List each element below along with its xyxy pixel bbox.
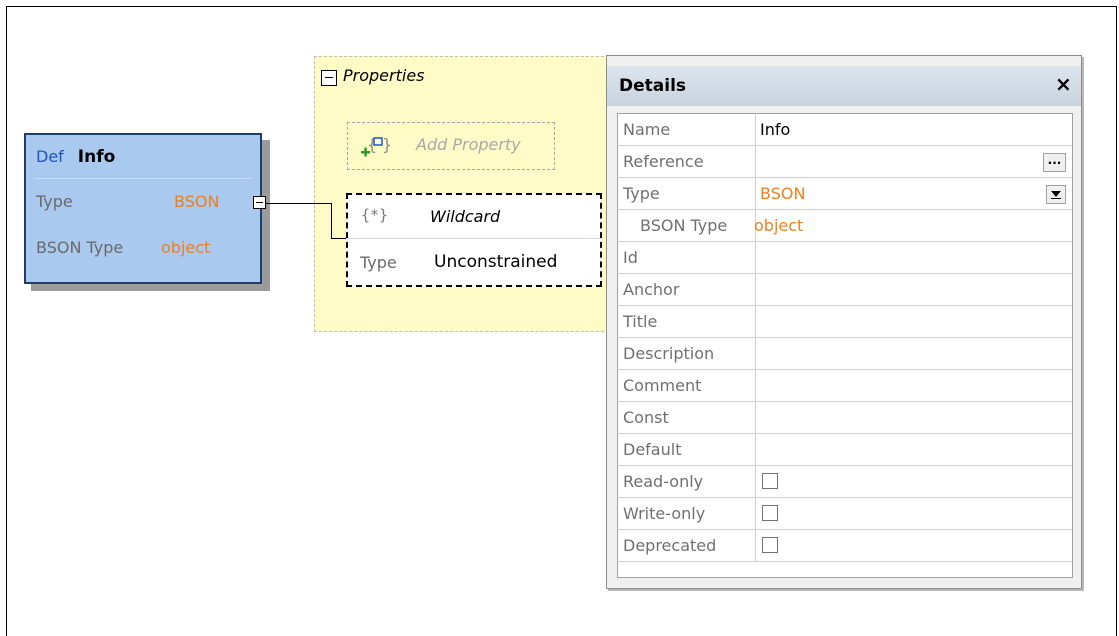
add-property-label: Add Property [416, 135, 521, 154]
details-grid: Name Info Reference ... Type BSON BSON T… [617, 113, 1073, 578]
name-value-field[interactable]: Info [760, 114, 790, 145]
def-node-name: Info [78, 147, 116, 167]
grid-key: Anchor [618, 274, 756, 305]
grid-row-bson-type: BSON Type object [618, 210, 1072, 242]
write-only-checkbox[interactable] [762, 505, 778, 521]
properties-label: Properties [343, 66, 425, 85]
grid-row-comment: Comment [618, 370, 1072, 402]
def-row-bsontype-key: BSON Type [36, 238, 123, 257]
grid-key: Id [618, 242, 756, 273]
grid-key: Read-only [618, 466, 756, 497]
wildcard-divider [348, 238, 600, 239]
wildcard-name: Wildcard [430, 207, 500, 226]
def-node-header: Def Info [36, 147, 115, 167]
grid-key: Title [618, 306, 756, 337]
reference-browse-button[interactable]: ... [1043, 153, 1066, 172]
read-only-checkbox[interactable] [762, 473, 778, 489]
grid-row-default: Default [618, 434, 1072, 466]
def-row-type-value: BSON [174, 192, 219, 211]
def-row-bsontype-value: object [161, 238, 210, 257]
wildcard-icon: {*} [361, 206, 388, 224]
grid-key: Reference [618, 146, 756, 177]
svg-text:}: } [382, 135, 390, 154]
type-value-select[interactable]: BSON [760, 178, 805, 209]
grid-key: Deprecated [618, 530, 756, 561]
connector-line [331, 203, 332, 239]
grid-key: BSON Type [618, 210, 756, 241]
grid-key: Type [618, 178, 756, 209]
connector-line [266, 203, 332, 204]
grid-row-name: Name Info [618, 114, 1072, 146]
def-keyword: Def [36, 147, 64, 166]
grid-row-anchor: Anchor [618, 274, 1072, 306]
grid-row-type: Type BSON [618, 178, 1072, 210]
deprecated-checkbox[interactable] [762, 537, 778, 553]
grid-key: Description [618, 338, 756, 369]
properties-collapse-button[interactable] [321, 70, 337, 86]
def-node-divider [34, 178, 252, 179]
grid-row-id: Id [618, 242, 1072, 274]
grid-row-title: Title [618, 306, 1072, 338]
grid-row-deprecated: Deprecated [618, 530, 1072, 562]
grid-key: Write-only [618, 498, 756, 529]
def-row-type-key: Type [36, 192, 73, 211]
details-title: Details [619, 76, 686, 96]
grid-key: Comment [618, 370, 756, 401]
grid-row-const: Const [618, 402, 1072, 434]
close-icon[interactable]: × [1055, 72, 1072, 96]
wildcard-type-key: Type [360, 253, 397, 272]
bson-type-value-field[interactable]: object [754, 210, 803, 241]
grid-key: Default [618, 434, 756, 465]
grid-row-read-only: Read-only [618, 466, 1072, 498]
grid-row-reference: Reference ... [618, 146, 1072, 178]
grid-key: Name [618, 114, 756, 145]
grid-row-description: Description [618, 338, 1072, 370]
add-property-icon: { } [360, 133, 390, 159]
collapse-toggle-button[interactable] [253, 196, 266, 209]
wildcard-type-value: Unconstrained [434, 252, 557, 272]
grid-key: Const [618, 402, 756, 433]
def-node-info[interactable]: Def Info Type BSON BSON Type object [24, 133, 262, 284]
type-dropdown-button[interactable] [1046, 185, 1066, 204]
grid-row-write-only: Write-only [618, 498, 1072, 530]
